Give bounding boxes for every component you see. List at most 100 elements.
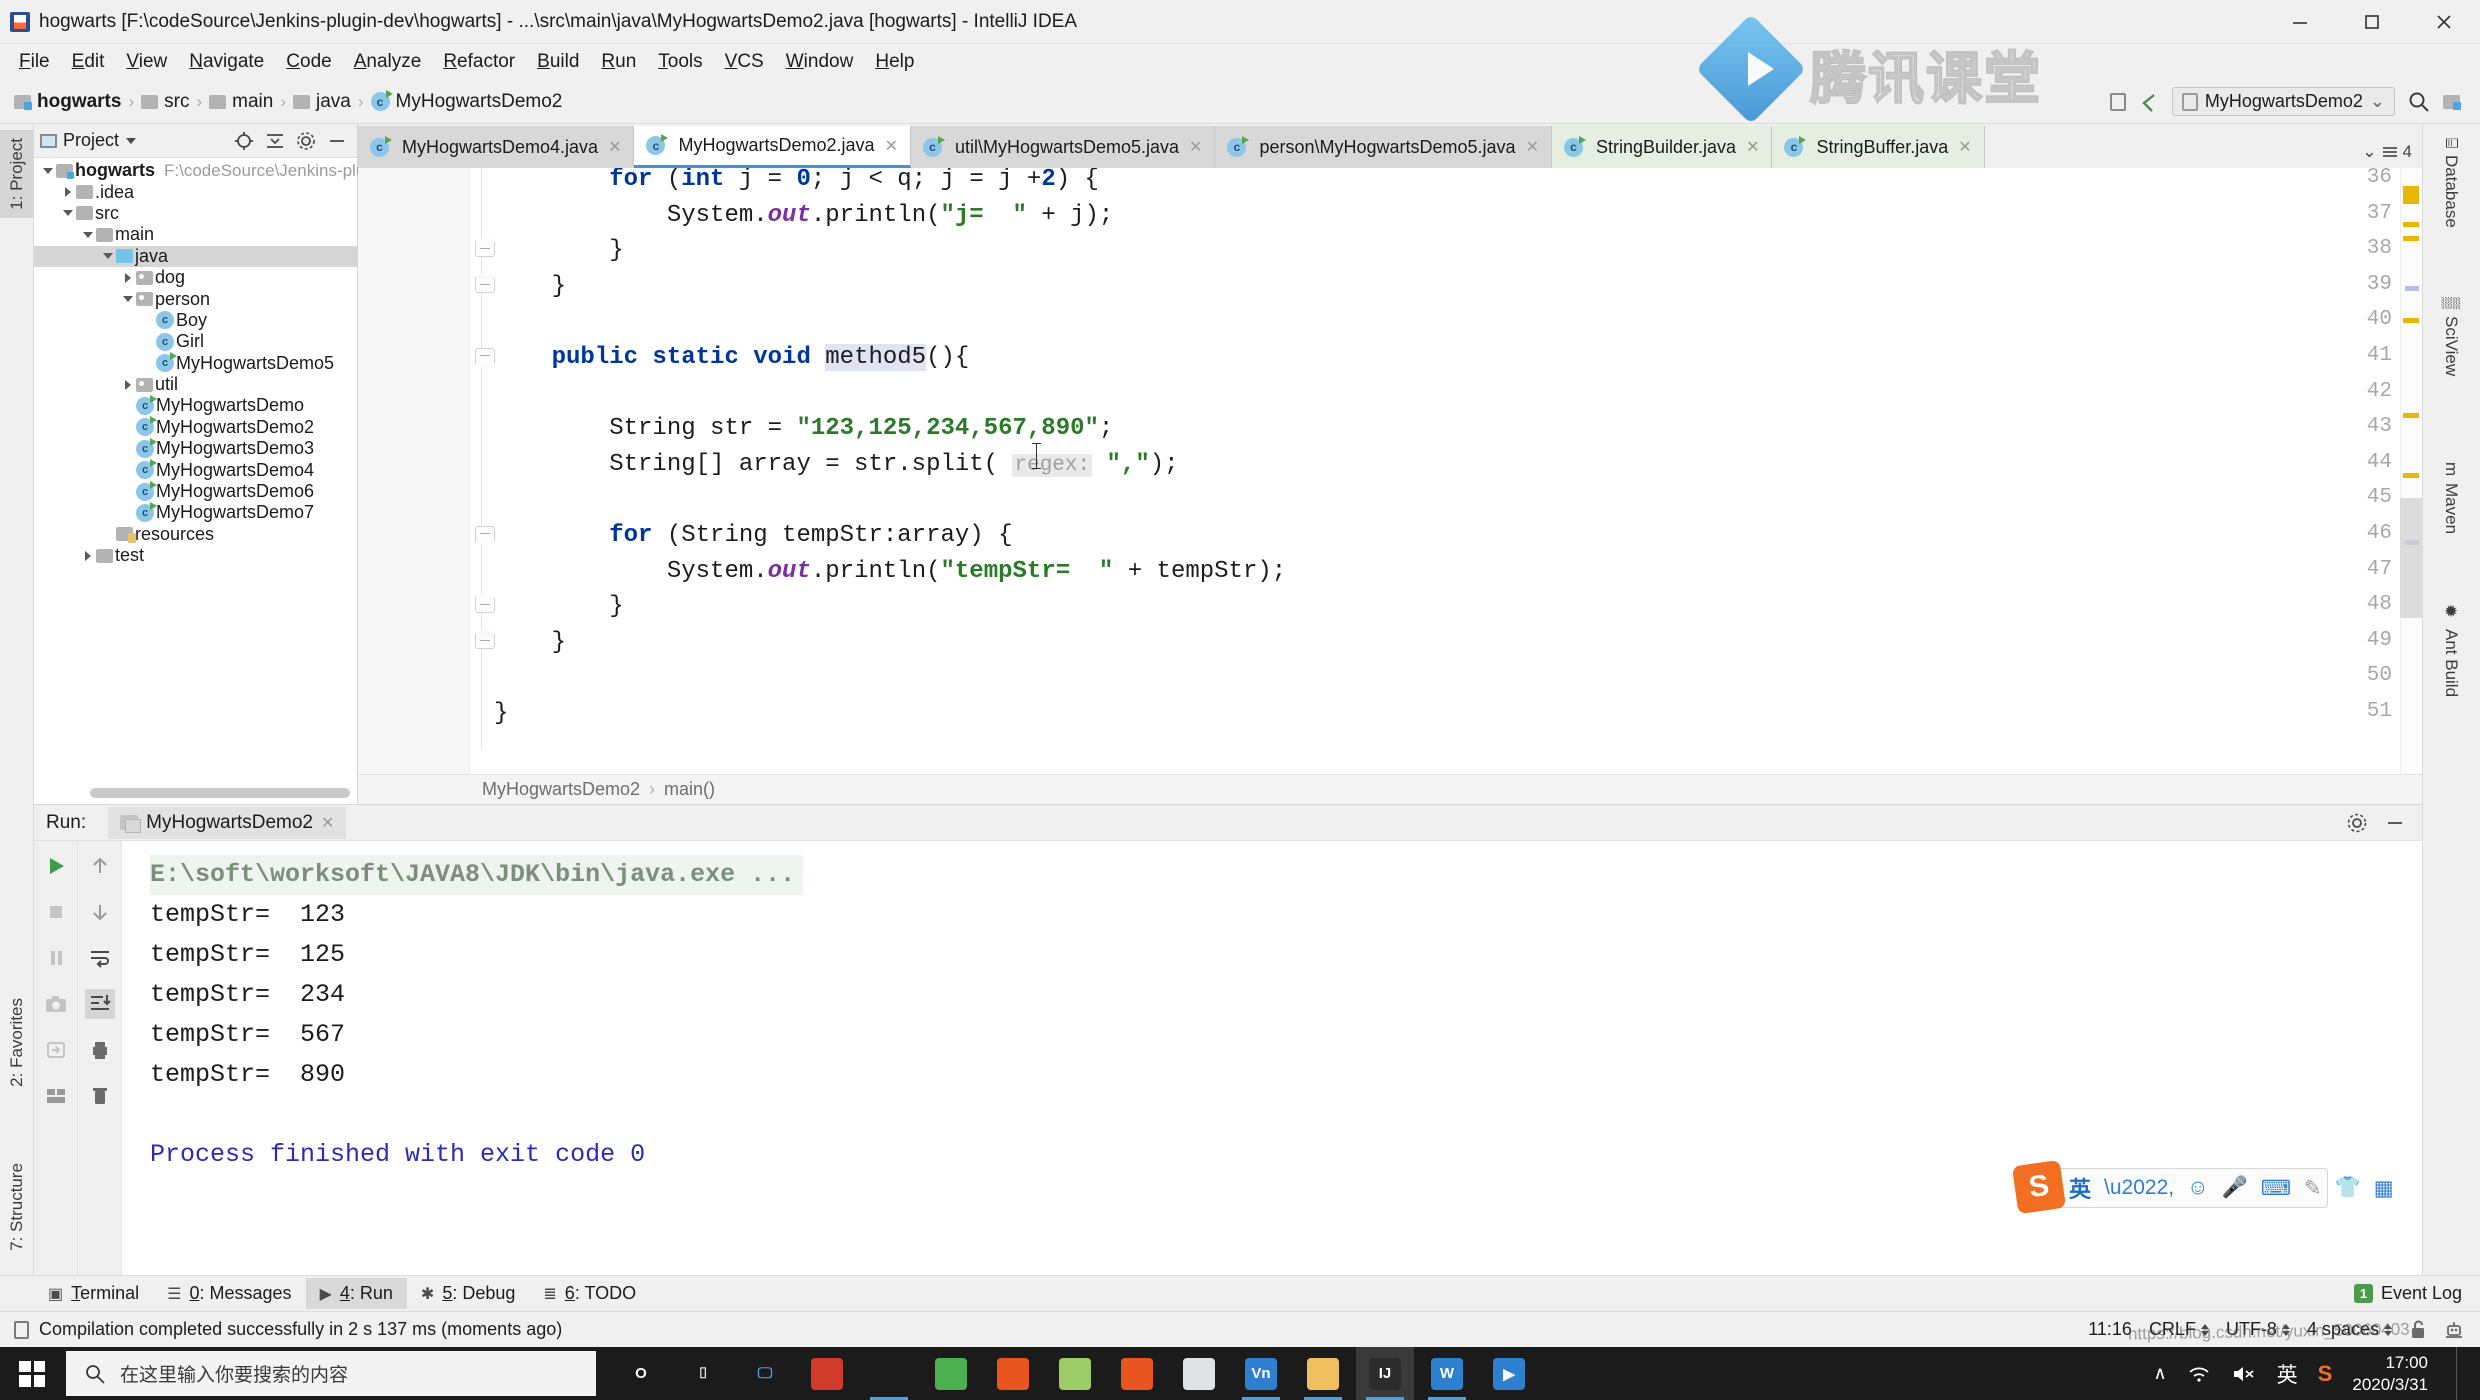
code-area[interactable]: 36 for (int j = 0; j < q; j = j +2) {37 … [358,168,2422,774]
search-icon[interactable] [2407,90,2431,114]
pause-icon[interactable] [41,943,71,973]
tree-node-java[interactable]: java [34,245,357,267]
microphone-icon[interactable]: 🎤 [2222,1176,2248,1200]
ubuntu-icon[interactable] [984,1347,1042,1400]
run-configuration-selector[interactable]: MyHogwartsDemo2 ⌄ [2171,87,2395,116]
menu-item-window[interactable]: Window [775,48,865,76]
twisty-right[interactable] [120,272,136,283]
menu-item-edit[interactable]: Edit [61,48,116,76]
editor-tab-person-myhogwartsdemo5-java[interactable]: c person\MyHogwartsDemo5.java ✕ [1215,126,1552,168]
menu-item-run[interactable]: Run [590,48,647,76]
menu-item-build[interactable]: Build [526,48,590,76]
sogou-tray-icon[interactable]: S [2318,1361,2333,1387]
back-arrow-icon[interactable] [2138,91,2160,113]
tray-chevron-icon[interactable]: ∧ [2153,1363,2166,1384]
menu-item-navigate[interactable]: Navigate [178,48,275,76]
tree-node-main[interactable]: main [34,224,357,245]
tree-node-resources[interactable]: resources [34,524,357,545]
windows-start-icon[interactable] [0,1347,64,1400]
tree-node-dog[interactable]: dog [34,267,357,288]
unlock-icon[interactable] [2409,1319,2427,1341]
meeting-icon[interactable]: ▶ [1480,1347,1538,1400]
close-icon[interactable]: ✕ [608,137,621,157]
breadcrumb-item-myhogwartsdemo2[interactable]: c MyHogwartsDemo2 [370,90,562,113]
layout-icon[interactable] [41,1081,71,1111]
notepad-icon[interactable] [1046,1347,1104,1400]
tree-node-person[interactable]: person [34,288,357,309]
twisty-right[interactable] [120,379,136,390]
editor-breadcrumb-item[interactable]: MyHogwartsDemo2 [482,779,640,800]
scroll-to-end-icon[interactable] [84,989,115,1019]
menu-item-tools[interactable]: Tools [647,48,713,76]
xmind-icon[interactable] [922,1347,980,1400]
collapse-all-icon[interactable] [265,131,285,151]
target-icon[interactable] [234,131,254,151]
stop-icon[interactable] [41,897,71,927]
twisty-down[interactable] [100,253,116,260]
tool-strip-tab-maven[interactable]: m Maven [2422,454,2480,542]
menu-item-help[interactable]: Help [864,48,925,76]
tool-strip-tab-sciview[interactable]: ▒ SciView [2422,289,2480,384]
editor-tab-myhogwartsdemo4-java[interactable]: c MyHogwartsDemo4.java ✕ [358,126,635,168]
ubuntu2-icon[interactable] [1108,1347,1166,1400]
emoji-icon[interactable]: ☺ [2187,1176,2208,1200]
tool-window-5-debug[interactable]: ✱ 5: Debug [407,1278,529,1309]
tool-strip-tab-favorites[interactable]: 2: Favorites [0,990,34,1095]
close-icon[interactable]: ✕ [1526,137,1539,157]
fold-marker-48[interactable] [475,597,495,614]
punctuation-icon[interactable]: \u2022, [2104,1176,2174,1200]
tool-strip-tab-database[interactable]: ⌸ Database [2422,130,2480,236]
tree-node-myhogwartsdemo[interactable]: c MyHogwartsDemo [34,394,357,416]
hide-icon[interactable] [2384,812,2406,834]
foxit-reader-icon[interactable] [798,1347,856,1400]
taskbar-search-input[interactable]: 在这里输入你要搜索的内容 [66,1351,596,1396]
handwriting-icon[interactable]: ✎ [2304,1176,2322,1201]
robot-icon[interactable] [2444,1319,2464,1341]
taskbar-clock[interactable]: 17:00 2020/3/31 [2352,1352,2428,1395]
run-icon[interactable] [41,851,71,881]
sogou-ime-toolbar[interactable]: S 英 \u2022, ☺ 🎤 ⌨ ✎ 👕 ▦ [2011,1159,2394,1215]
gear-icon[interactable] [2346,812,2368,834]
project-structure-icon[interactable] [2443,94,2461,110]
project-horizontal-scrollbar[interactable] [90,788,350,798]
editor-tab-myhogwartsdemo2-java[interactable]: c MyHogwartsDemo2.java ✕ [634,126,911,168]
select-opened-file-icon[interactable] [2109,92,2126,111]
menu-item-file[interactable]: File [8,48,61,76]
close-icon[interactable]: ✕ [885,136,898,156]
tree-node-myhogwartsdemo2[interactable]: c MyHogwartsDemo2 [34,416,357,438]
menu-item-view[interactable]: View [115,48,178,76]
menu-item-vcs[interactable]: VCS [714,48,775,76]
menu-item-refactor[interactable]: Refactor [432,48,526,76]
down-arrow-icon[interactable] [85,897,115,927]
tool-window-4-run[interactable]: ▶ 4: Run [305,1278,407,1309]
tree-node-myhogwartsdemo3[interactable]: c MyHogwartsDemo3 [34,437,357,459]
keyboard-icon[interactable]: ⌨ [2261,1176,2291,1201]
file-explorer-icon[interactable] [1294,1347,1352,1400]
print-icon[interactable] [85,1035,115,1065]
rerun-icon[interactable] [41,1035,71,1065]
tree-node-src[interactable]: src [34,203,357,224]
menu-item-analyze[interactable]: Analyze [343,48,433,76]
chevron-down-icon[interactable] [126,137,137,144]
tool-strip-tab-structure[interactable]: 7: Structure [0,1155,34,1259]
sublime-icon[interactable] [1170,1347,1228,1400]
soft-wrap-icon[interactable] [85,943,115,973]
editor-tab-stringbuilder-java[interactable]: c StringBuilder.java ✕ [1551,126,1773,168]
up-arrow-icon[interactable] [85,851,115,881]
twisty-right[interactable] [80,550,96,561]
tree-node-hogwarts[interactable]: hogwarts F:\codeSource\Jenkins-plugin-dev… [34,160,454,181]
close-icon[interactable]: ✕ [1189,137,1202,157]
maximize-button[interactable] [2336,0,2408,44]
breadcrumb-item-src[interactable]: src [141,91,189,113]
fold-marker-46[interactable] [475,526,495,542]
show-desktop-button[interactable] [2456,1347,2466,1400]
minimize-button[interactable] [2264,0,2336,44]
run-tab[interactable]: MyHogwartsDemo2 ✕ [108,806,347,839]
tree-node-test[interactable]: test [34,545,357,566]
fold-marker-49[interactable] [475,632,495,649]
wifi-icon[interactable] [2187,1364,2211,1384]
twisty-right[interactable] [60,187,76,198]
tree-node-util[interactable]: util [34,374,357,395]
tree-node--idea[interactable]: .idea [34,181,357,202]
breadcrumb-item-java[interactable]: java [292,91,351,113]
